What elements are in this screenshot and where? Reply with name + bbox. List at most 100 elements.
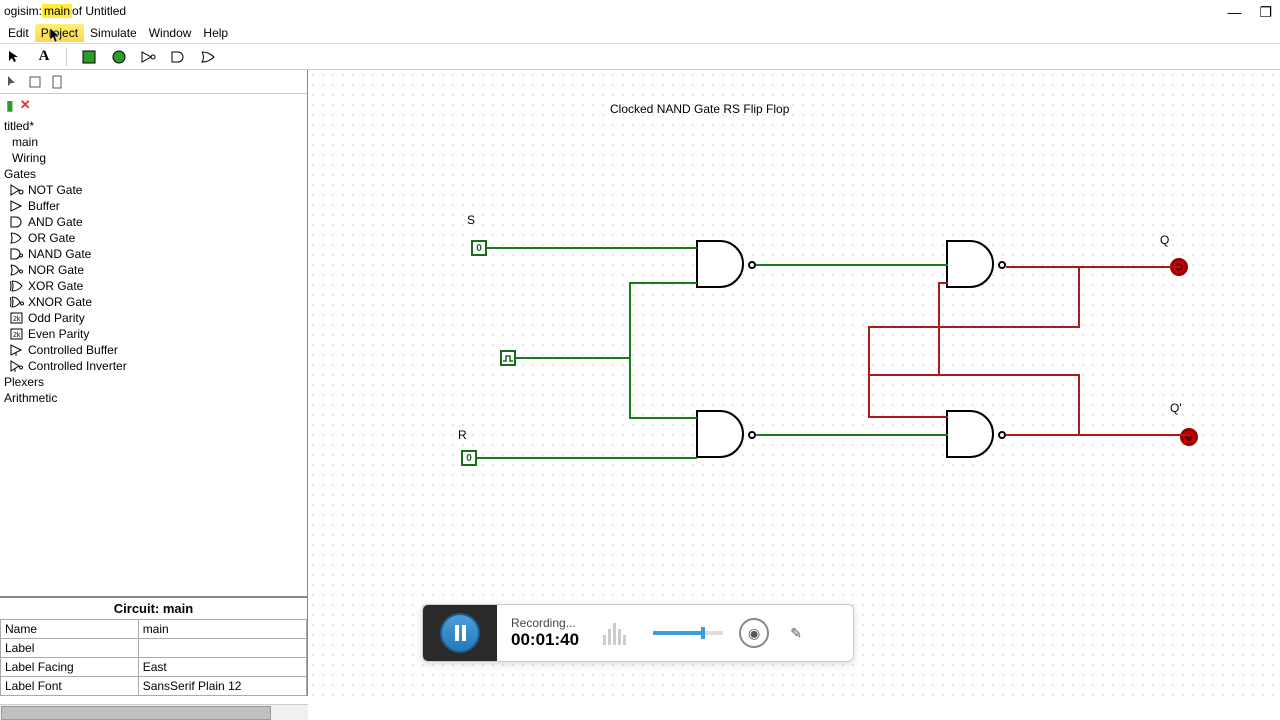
nand-gate-4[interactable] xyxy=(946,410,1006,460)
wire xyxy=(1078,266,1080,328)
label-qn: Q' xyxy=(1170,401,1182,415)
tree-controls: ▮ ✕ xyxy=(0,94,307,116)
input-pin-s[interactable]: 0 xyxy=(471,240,487,256)
wire xyxy=(516,357,631,359)
wire xyxy=(629,282,697,284)
tree-folder-arithmetic[interactable]: Arithmetic xyxy=(0,390,307,406)
scrollbar-thumb[interactable] xyxy=(1,706,271,720)
menu-window[interactable]: Window xyxy=(143,24,198,42)
tree-gate-not[interactable]: NOT Gate xyxy=(0,182,307,198)
properties-table: Namemain Label Label FacingEast Label Fo… xyxy=(0,619,307,696)
wire xyxy=(1078,374,1080,436)
audio-level-icon xyxy=(603,621,633,645)
menu-simulate[interactable]: Simulate xyxy=(84,24,143,42)
nand-gate-1[interactable] xyxy=(696,240,756,290)
zoom-tool[interactable] xyxy=(26,73,44,91)
tree-folder-wiring[interactable]: Wiring xyxy=(0,150,307,166)
tree-folder-gates[interactable]: Gates xyxy=(0,166,307,182)
title-highlight: main xyxy=(42,4,72,18)
recorder-time: 00:01:40 xyxy=(511,630,579,650)
sidebar-horizontal-scrollbar[interactable] xyxy=(0,704,308,720)
or-gate-tool[interactable] xyxy=(199,47,219,67)
wire xyxy=(629,417,697,419)
nand-gate-2[interactable] xyxy=(696,410,756,460)
menu-edit[interactable]: Edit xyxy=(2,24,35,42)
tree-delete-icon[interactable]: ✕ xyxy=(20,97,31,113)
tree-gate-and[interactable]: AND Gate xyxy=(0,214,307,230)
clock-pin[interactable] xyxy=(500,350,516,366)
menu-bar: Edit Project Simulate Window Help xyxy=(0,22,1280,44)
canvas-grid xyxy=(308,70,1280,696)
output-pin-qn[interactable] xyxy=(1180,428,1198,446)
not-gate-tool[interactable] xyxy=(139,47,159,67)
recorder-info: Recording... 00:01:40 xyxy=(497,616,593,650)
tree-project-root[interactable]: titled* xyxy=(0,118,307,134)
circuit-canvas[interactable]: Clocked NAND Gate RS Flip Flop S R Q Q' … xyxy=(308,70,1280,696)
and-gate-tool[interactable] xyxy=(169,47,189,67)
toolbar-separator xyxy=(66,48,67,66)
tree-gate-buffer[interactable]: Buffer xyxy=(0,198,307,214)
svg-text:2k: 2k xyxy=(13,332,21,339)
recorder-left-panel xyxy=(423,605,497,661)
tree-folder-plexers[interactable]: Plexers xyxy=(0,374,307,390)
main-area: ▮ ✕ titled* main Wiring Gates NOT Gate B… xyxy=(0,70,1280,696)
recorder-status: Recording... xyxy=(511,616,579,630)
sidebar-toolbar xyxy=(0,70,307,94)
tree-gate-nand[interactable]: NAND Gate xyxy=(0,246,307,262)
wire xyxy=(477,457,697,459)
wire xyxy=(938,282,948,284)
wire xyxy=(1006,266,1181,268)
wire xyxy=(629,282,631,419)
input-pin-tool[interactable] xyxy=(79,47,99,67)
maximize-button[interactable]: ❐ xyxy=(1259,4,1272,21)
tree-gate-xnor[interactable]: XNOR Gate xyxy=(0,294,307,310)
wire xyxy=(1006,434,1191,436)
tree-gate-or[interactable]: OR Gate xyxy=(0,230,307,246)
tree-gate-nor[interactable]: NOR Gate xyxy=(0,262,307,278)
properties-panel: Circuit: main Namemain Label Label Facin… xyxy=(0,596,307,696)
prop-row-label-facing[interactable]: Label FacingEast xyxy=(1,658,307,677)
circuit-title-label: Clocked NAND Gate RS Flip Flop xyxy=(610,102,789,116)
wire xyxy=(868,326,870,418)
window-controls: — ❐ xyxy=(1227,4,1272,21)
tree-expand-icon[interactable]: ▮ xyxy=(6,97,14,114)
prop-row-label-font[interactable]: Label FontSansSerif Plain 12 xyxy=(1,677,307,696)
nand-gate-3[interactable] xyxy=(946,240,1006,290)
volume-slider[interactable] xyxy=(653,631,723,635)
label-q: Q xyxy=(1160,233,1169,247)
input-pin-r[interactable]: 0 xyxy=(461,450,477,466)
wire xyxy=(868,416,948,418)
toolbar: A xyxy=(0,44,1280,70)
wire xyxy=(487,247,697,249)
record-button[interactable]: ◉ xyxy=(739,618,769,648)
page-tool[interactable] xyxy=(48,73,66,91)
pointer-tool[interactable] xyxy=(4,47,24,67)
menu-help[interactable]: Help xyxy=(197,24,234,42)
label-r: R xyxy=(458,428,467,442)
wire xyxy=(868,326,1080,328)
tree-gate-odd-parity[interactable]: 2kOdd Parity xyxy=(0,310,307,326)
component-tree[interactable]: titled* main Wiring Gates NOT Gate Buffe… xyxy=(0,116,307,596)
svg-text:2k: 2k xyxy=(13,316,21,323)
label-s: S xyxy=(467,213,475,227)
title-prefix: ogisim: xyxy=(4,4,42,18)
wire xyxy=(938,282,940,376)
title-suffix: of Untitled xyxy=(72,4,126,18)
cursor-icon xyxy=(50,28,62,44)
wire xyxy=(756,264,948,266)
tree-gate-xor[interactable]: XOR Gate xyxy=(0,278,307,294)
wire xyxy=(868,374,1080,376)
recorder-widget: Recording... 00:01:40 ◉ ✎ xyxy=(422,604,854,662)
tree-circuit-main[interactable]: main xyxy=(0,134,307,150)
output-pin-tool[interactable] xyxy=(109,47,129,67)
minimize-button[interactable]: — xyxy=(1227,4,1241,21)
prop-row-name[interactable]: Namemain xyxy=(1,620,307,639)
pause-button[interactable] xyxy=(440,613,480,653)
tree-gate-ctrl-inverter[interactable]: Controlled Inverter xyxy=(0,358,307,374)
tree-gate-even-parity[interactable]: 2kEven Parity xyxy=(0,326,307,342)
prop-row-label[interactable]: Label xyxy=(1,639,307,658)
tree-gate-ctrl-buffer[interactable]: Controlled Buffer xyxy=(0,342,307,358)
hand-tool[interactable] xyxy=(4,73,22,91)
edit-button[interactable]: ✎ xyxy=(781,618,811,648)
text-tool[interactable]: A xyxy=(34,47,54,67)
